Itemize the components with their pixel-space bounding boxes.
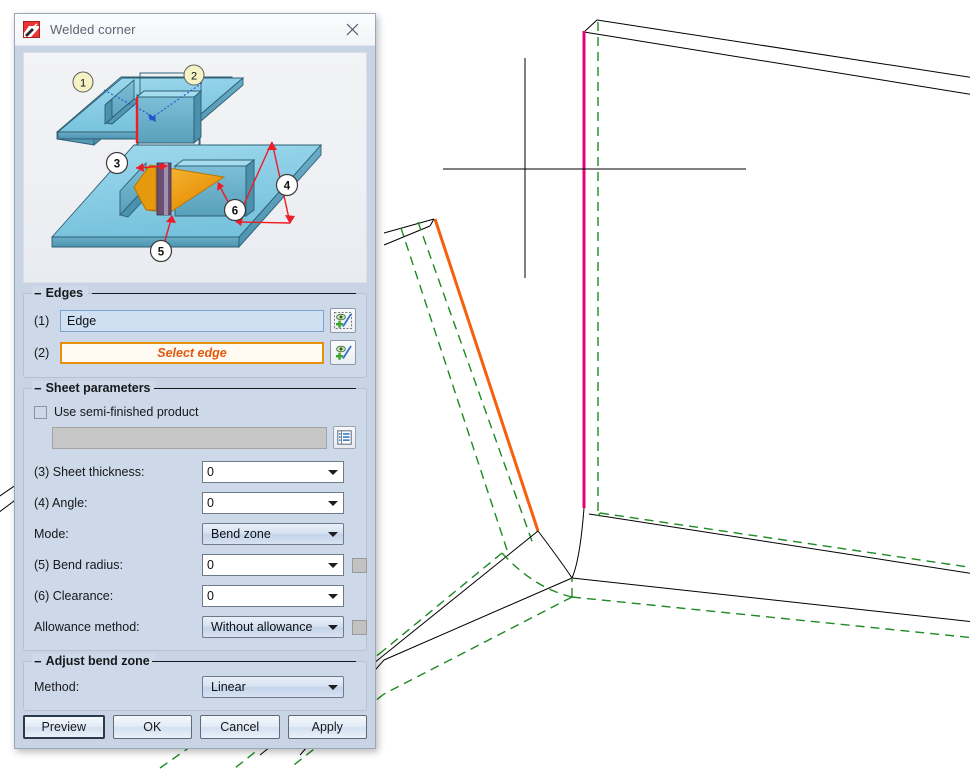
method-value: Linear xyxy=(211,680,246,694)
sheet-thickness-label: (3) Sheet thickness: xyxy=(34,465,145,479)
chevron-down-icon[interactable] xyxy=(323,624,343,630)
adjust-bend-zone-group-title: − Adjust bend zone xyxy=(32,654,155,668)
diagram-callout-3: 3 xyxy=(105,151,129,175)
svg-text:1: 1 xyxy=(80,78,86,90)
selected-edge-orange xyxy=(433,218,540,532)
semi-finished-row xyxy=(52,426,356,449)
svg-text:6: 6 xyxy=(232,206,238,218)
semi-finished-input[interactable] xyxy=(52,426,327,449)
close-icon[interactable] xyxy=(337,17,367,43)
param-row-sheet-thickness: (3) Sheet thickness: 0 xyxy=(34,461,356,483)
diagram-callout-4: 4 xyxy=(275,173,299,197)
dialog-title: Welded corner xyxy=(50,22,136,37)
clearance-label: (6) Clearance: xyxy=(34,589,114,603)
edges-group-title: − Edges xyxy=(32,286,89,300)
param-row-clearance: (6) Clearance: 0 xyxy=(34,585,356,607)
diagram-callout-5: 5 xyxy=(149,239,173,263)
dialog-title-bar[interactable]: Welded corner xyxy=(15,14,375,46)
chevron-down-icon[interactable] xyxy=(323,500,343,506)
edge-row-2: (2) Select edge xyxy=(34,340,356,365)
chevron-down-icon[interactable] xyxy=(323,469,343,475)
allowance-method-combo[interactable]: Without allowance xyxy=(202,616,344,638)
mode-value: Bend zone xyxy=(211,527,271,541)
chevron-down-icon[interactable] xyxy=(323,593,343,599)
diagram-callout-6: 6 xyxy=(223,198,247,222)
angle-combo[interactable]: 0 xyxy=(202,492,344,514)
edge-index-2: (2) xyxy=(34,345,50,360)
dialog-body: − Edges (1) Edge (2) Select edge − Sheet… xyxy=(15,286,375,711)
diagram-callout-1: 1 xyxy=(72,71,94,93)
bend-radius-value: 0 xyxy=(207,558,214,572)
cad-corner-fillet xyxy=(537,507,585,579)
adjust-bend-zone-group: − Adjust bend zone Method: Linear xyxy=(23,654,367,711)
diagram-callout-2: 2 xyxy=(183,64,205,86)
param-row-bend-radius: (5) Bend radius: 0 xyxy=(34,554,367,576)
diagram-bend-column-hl xyxy=(164,163,168,215)
pick-edge-icon-2[interactable] xyxy=(330,340,356,365)
chevron-down-icon[interactable] xyxy=(323,531,343,537)
sheet-parameters-group-label: Sheet parameters xyxy=(45,381,151,395)
sheet-parameters-group: − Sheet parameters Use semi-finished pro… xyxy=(23,381,367,651)
edges-group-label: Edges xyxy=(45,286,84,300)
param-row-angle: (4) Angle: 0 xyxy=(34,492,356,514)
sheet-thickness-value: 0 xyxy=(207,465,214,479)
mode-combo[interactable]: Bend zone xyxy=(202,523,344,545)
allowance-method-option-button[interactable] xyxy=(352,619,367,635)
angle-value: 0 xyxy=(207,496,214,510)
table-lookup-icon[interactable] xyxy=(333,426,356,449)
cad-left-plate xyxy=(383,218,435,246)
cad-upper-plate xyxy=(583,19,970,95)
welded-corner-dialog[interactable]: Welded corner 1 2 3 4 5 6 − Edges (1) Ed… xyxy=(14,13,376,749)
collapse-toggle-sheet-parameters[interactable]: − xyxy=(34,382,42,395)
dialog-button-row: Preview OK Cancel Apply xyxy=(15,708,375,748)
ok-button[interactable]: OK xyxy=(112,715,192,739)
edge-input-1[interactable]: Edge xyxy=(60,309,324,332)
bend-radius-label: (5) Bend radius: xyxy=(34,558,123,572)
svg-text:2: 2 xyxy=(191,71,197,83)
cad-lower-right-plate xyxy=(571,513,970,622)
param-row-method: Method: Linear xyxy=(34,676,356,698)
welded-corner-diagram: 1 2 3 4 5 6 xyxy=(23,52,367,283)
param-row-allowance-method: Allowance method: Without allowance xyxy=(34,616,367,638)
unfold-line-orange-ref2 xyxy=(417,221,534,545)
method-combo[interactable]: Linear xyxy=(202,676,344,698)
chevron-down-icon[interactable] xyxy=(323,684,343,690)
sheet-parameters-group-title: − Sheet parameters xyxy=(32,381,156,395)
chevron-down-icon[interactable] xyxy=(323,562,343,568)
allowance-method-label: Allowance method: xyxy=(34,620,140,634)
edge-row-1: (1) Edge xyxy=(34,308,356,333)
crosshair-cursor xyxy=(443,58,746,278)
clearance-combo[interactable]: 0 xyxy=(202,585,344,607)
allowance-method-value: Without allowance xyxy=(211,620,313,634)
method-label: Method: xyxy=(34,680,80,694)
apply-button[interactable]: Apply xyxy=(287,715,367,739)
collapse-toggle-edges[interactable]: − xyxy=(34,287,42,300)
svg-text:5: 5 xyxy=(158,247,165,259)
bend-radius-option-button[interactable] xyxy=(352,557,367,573)
use-semi-finished-label: Use semi-finished product xyxy=(54,405,199,419)
bend-radius-combo[interactable]: 0 xyxy=(202,554,344,576)
svg-text:4: 4 xyxy=(284,181,291,193)
collapse-toggle-adjust-bend-zone[interactable]: − xyxy=(34,655,42,668)
edge-input-2[interactable]: Select edge xyxy=(60,341,324,364)
diagram-graphic: 1 2 3 4 5 6 xyxy=(50,64,323,263)
use-semi-finished-checkbox[interactable] xyxy=(34,405,47,419)
use-semi-finished-row[interactable]: Use semi-finished product xyxy=(34,405,356,419)
angle-label: (4) Angle: xyxy=(34,496,88,510)
sheet-thickness-combo[interactable]: 0 xyxy=(202,461,344,483)
svg-text:3: 3 xyxy=(114,159,120,171)
preview-button[interactable]: Preview xyxy=(23,715,105,739)
edges-group: − Edges (1) Edge (2) Select edge xyxy=(23,286,367,378)
cancel-button[interactable]: Cancel xyxy=(200,715,280,739)
mode-label: Mode: xyxy=(34,527,69,541)
adjust-bend-zone-group-label: Adjust bend zone xyxy=(45,654,150,668)
edge-index-1: (1) xyxy=(34,313,50,328)
welded-corner-icon xyxy=(23,21,40,38)
pick-edge-icon-1[interactable] xyxy=(330,308,356,333)
clearance-value: 0 xyxy=(207,589,214,603)
param-row-mode: Mode: Bend zone xyxy=(34,523,356,545)
